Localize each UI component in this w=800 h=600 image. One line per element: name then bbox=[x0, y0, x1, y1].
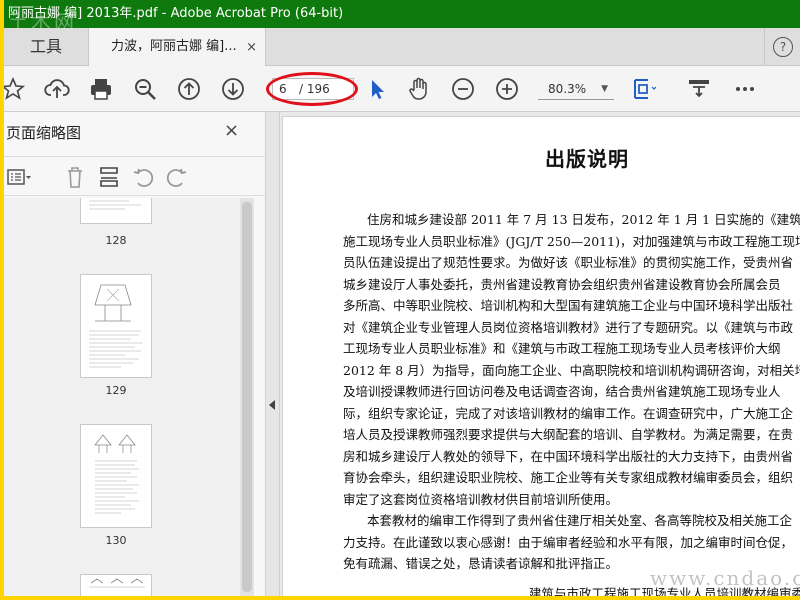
tab-tools[interactable]: 工具 bbox=[4, 28, 88, 66]
text-line: 及培训授课教师进行回访问卷及电话调查咨询，结合贵州省建筑施工现场专业人 bbox=[343, 384, 781, 399]
page-thumbnail[interactable] bbox=[80, 574, 152, 596]
zoom-out-glass-icon[interactable] bbox=[132, 76, 158, 102]
text-line: 际，组织专家论证，完成了对该培训教材的编审工作。在调查研究中，广大施工企 bbox=[343, 406, 794, 421]
delete-page-icon[interactable] bbox=[62, 164, 88, 190]
collapse-left-icon bbox=[269, 400, 275, 410]
thumbnail-page-label: 129 bbox=[105, 384, 127, 397]
window-title: 阿丽古娜 编] 2013年.pdf - Adobe Acrobat Pro (6… bbox=[8, 6, 344, 21]
page-number-field[interactable]: 6 / 196 bbox=[272, 78, 354, 100]
thumbnail-list: 128 129 130 bbox=[4, 198, 254, 596]
zoom-minus-icon[interactable] bbox=[450, 76, 476, 102]
text-line: 培人员及授课教师强烈要求提供与大纲配套的培训、自学教材。为满足需要，在贵 bbox=[343, 427, 794, 442]
text-line: 本套教材的编审工作得到了贵州省住建厅相关处室、各高等院校及相关施工企 bbox=[367, 513, 793, 528]
thumbnail-toolbar bbox=[4, 156, 266, 196]
text-line: 住房和城乡建设部 2011 年 7 月 13 日发布，2012 年 1 月 1 … bbox=[367, 212, 800, 227]
comment-tool-icon[interactable] bbox=[686, 76, 712, 102]
tab-document[interactable]: 力波，阿丽古娜 编]... × bbox=[88, 28, 266, 66]
hand-tool-icon[interactable] bbox=[406, 76, 432, 102]
current-page-input[interactable]: 6 bbox=[279, 79, 287, 99]
text-line: 审定了这套岗位资格培训教材供目前培训所使用。 bbox=[343, 492, 619, 507]
page-thumbnail[interactable] bbox=[80, 274, 152, 378]
page-thumbnail[interactable] bbox=[80, 424, 152, 528]
text-line: 育协会牵头，组织建设职业院校、施工企业等有关专家组成教材编审委员会，组织 bbox=[343, 470, 794, 485]
page-title: 出版说明 bbox=[545, 147, 629, 171]
text-line: 对《建筑企业专业管理人员岗位资格培训教材》进行了专题研究。以《建筑与市政 bbox=[343, 320, 794, 335]
page-down-icon[interactable] bbox=[220, 76, 246, 102]
extract-page-icon[interactable] bbox=[96, 164, 122, 190]
text-line: 城乡建设厅人事处委托，贵州省建设教育协会组织贵州省建设教育协会所属会员 bbox=[343, 277, 781, 292]
text-line: 员队伍建设提出了规范性要求。为做好该《职业标准》的贯彻实施工作，受贵州省 bbox=[343, 255, 794, 270]
panel-title: 页面缩略图 bbox=[6, 124, 82, 142]
text-line: 施工现场专业人员职业标准》(JGJ/T 250—2011)，对加强建筑与市政工程… bbox=[343, 234, 800, 249]
zoom-level-select[interactable]: 80.3% ▼ bbox=[538, 78, 614, 100]
text-line: 2012 年 8 月）为指导，面向施工企业、中高职院校和培训机构调研咨询，对相关… bbox=[343, 363, 800, 378]
thumbnail-page-label: 130 bbox=[105, 534, 127, 547]
tab-strip: 工具 力波，阿丽古娜 编]... × ? bbox=[4, 28, 800, 66]
rotate-right-icon[interactable] bbox=[164, 164, 190, 190]
text-line: 房和城乡建设厅人教处的领导下，在中国环境科学出版社的大力支持下，由贵州省 bbox=[343, 449, 794, 464]
close-panel-icon[interactable]: × bbox=[224, 120, 239, 141]
zoom-plus-icon[interactable] bbox=[494, 76, 520, 102]
window-title-bar: 阿丽古娜 编] 2013年.pdf - Adobe Acrobat Pro (6… bbox=[4, 0, 800, 28]
pdf-page: 出版说明 住房和城乡建设部 2011 年 7 月 13 日发布，2012 年 1… bbox=[282, 116, 800, 596]
select-cursor-icon[interactable] bbox=[364, 76, 390, 102]
text-line: 多所高、中等职业院校、培训机构和大型国有建筑施工企业与中国环境科学出版社 bbox=[343, 298, 794, 313]
more-icon[interactable] bbox=[732, 76, 758, 102]
zoom-level-value: 80.3% bbox=[548, 82, 587, 96]
print-icon[interactable] bbox=[88, 76, 114, 102]
document-view[interactable]: 出版说明 住房和城乡建设部 2011 年 7 月 13 日发布，2012 年 1… bbox=[280, 112, 800, 596]
total-pages: / 196 bbox=[299, 82, 330, 96]
thumbnail-scrollbar[interactable] bbox=[240, 198, 254, 596]
signature-line: 建筑与市政工程施工现场专业人员培训教材编审委 bbox=[529, 586, 800, 596]
tab-document-label: 力波，阿丽古娜 编]... bbox=[111, 39, 237, 54]
text-line: 力支持。在此谨致以衷心感谢！由于编审者经验和水平有限，加之编审时间仓促， bbox=[343, 535, 794, 550]
panel-collapse-handle[interactable] bbox=[266, 112, 280, 596]
rotate-left-icon[interactable] bbox=[130, 164, 156, 190]
main-toolbar: 6 / 196 80.3% ▼ bbox=[4, 66, 800, 112]
fit-page-icon[interactable] bbox=[630, 76, 657, 102]
thumbnail-options-icon[interactable] bbox=[6, 164, 32, 190]
thumbnail-page-label: 128 bbox=[105, 234, 127, 247]
page-up-icon[interactable] bbox=[176, 76, 202, 102]
page-thumbnail[interactable] bbox=[80, 198, 152, 224]
help-icon: ? bbox=[773, 37, 793, 57]
page-thumbnails-panel: 页面缩略图 × 128 129 130 bbox=[4, 112, 266, 596]
close-tab-icon[interactable]: × bbox=[246, 40, 257, 55]
bookmark-star-icon[interactable] bbox=[4, 76, 26, 102]
text-line: 免有疏漏、错误之处，恳请读者谅解和批评指正。 bbox=[343, 556, 619, 571]
help-button[interactable]: ? bbox=[764, 28, 800, 66]
upload-icon[interactable] bbox=[44, 76, 70, 102]
scrollbar-thumb[interactable] bbox=[242, 202, 252, 592]
acrobat-window: 阿丽古娜 编] 2013年.pdf - Adobe Acrobat Pro (6… bbox=[4, 0, 800, 596]
chevron-down-icon: ▼ bbox=[601, 84, 608, 94]
text-line: 工现场专业人员职业标准》和《建筑与市政工程施工现场专业人员考核评价大纲 bbox=[343, 341, 781, 356]
